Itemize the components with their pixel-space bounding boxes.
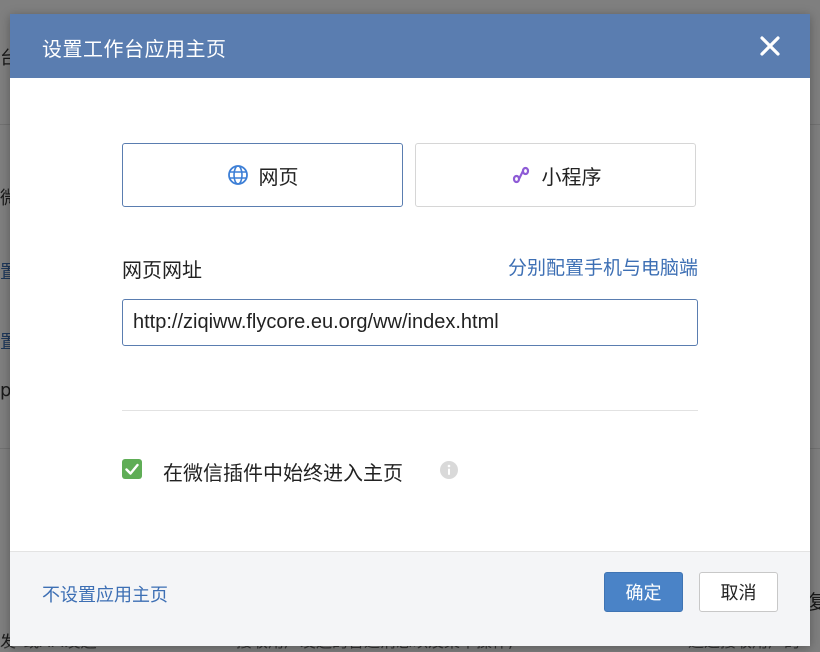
url-input[interactable] bbox=[122, 299, 698, 346]
homepage-settings-dialog: 设置工作台应用主页 网页 小程序 网页网址 分别配置手机与电脑端 http://… bbox=[10, 14, 810, 646]
globe-icon bbox=[227, 165, 248, 185]
miniprogram-icon bbox=[512, 166, 529, 184]
dialog-footer: 不设置应用主页 确定 取消 bbox=[10, 551, 810, 646]
checkmark-icon bbox=[125, 463, 139, 475]
always-enter-homepage-checkbox[interactable] bbox=[122, 459, 142, 479]
always-enter-homepage-label: 在微信插件中始终进入主页 bbox=[163, 461, 403, 485]
no-homepage-link[interactable]: 不设置应用主页 bbox=[42, 581, 168, 607]
confirm-button[interactable]: 确定 bbox=[604, 572, 683, 612]
close-button[interactable] bbox=[756, 32, 784, 60]
close-icon bbox=[760, 36, 780, 56]
tab-webpage-label: 网页 bbox=[258, 164, 299, 189]
cancel-button[interactable]: 取消 bbox=[699, 572, 778, 612]
tab-webpage[interactable]: 网页 bbox=[122, 143, 403, 207]
tab-miniprogram[interactable]: 小程序 bbox=[415, 143, 696, 207]
tab-miniprogram-label: 小程序 bbox=[541, 164, 602, 189]
dialog-header: 设置工作台应用主页 bbox=[10, 14, 810, 78]
section-divider bbox=[122, 410, 698, 411]
separate-config-link[interactable]: 分别配置手机与电脑端 bbox=[508, 253, 698, 280]
url-field-label: 网页网址 bbox=[122, 258, 202, 282]
info-icon[interactable] bbox=[440, 461, 458, 479]
dialog-title: 设置工作台应用主页 bbox=[42, 37, 227, 61]
